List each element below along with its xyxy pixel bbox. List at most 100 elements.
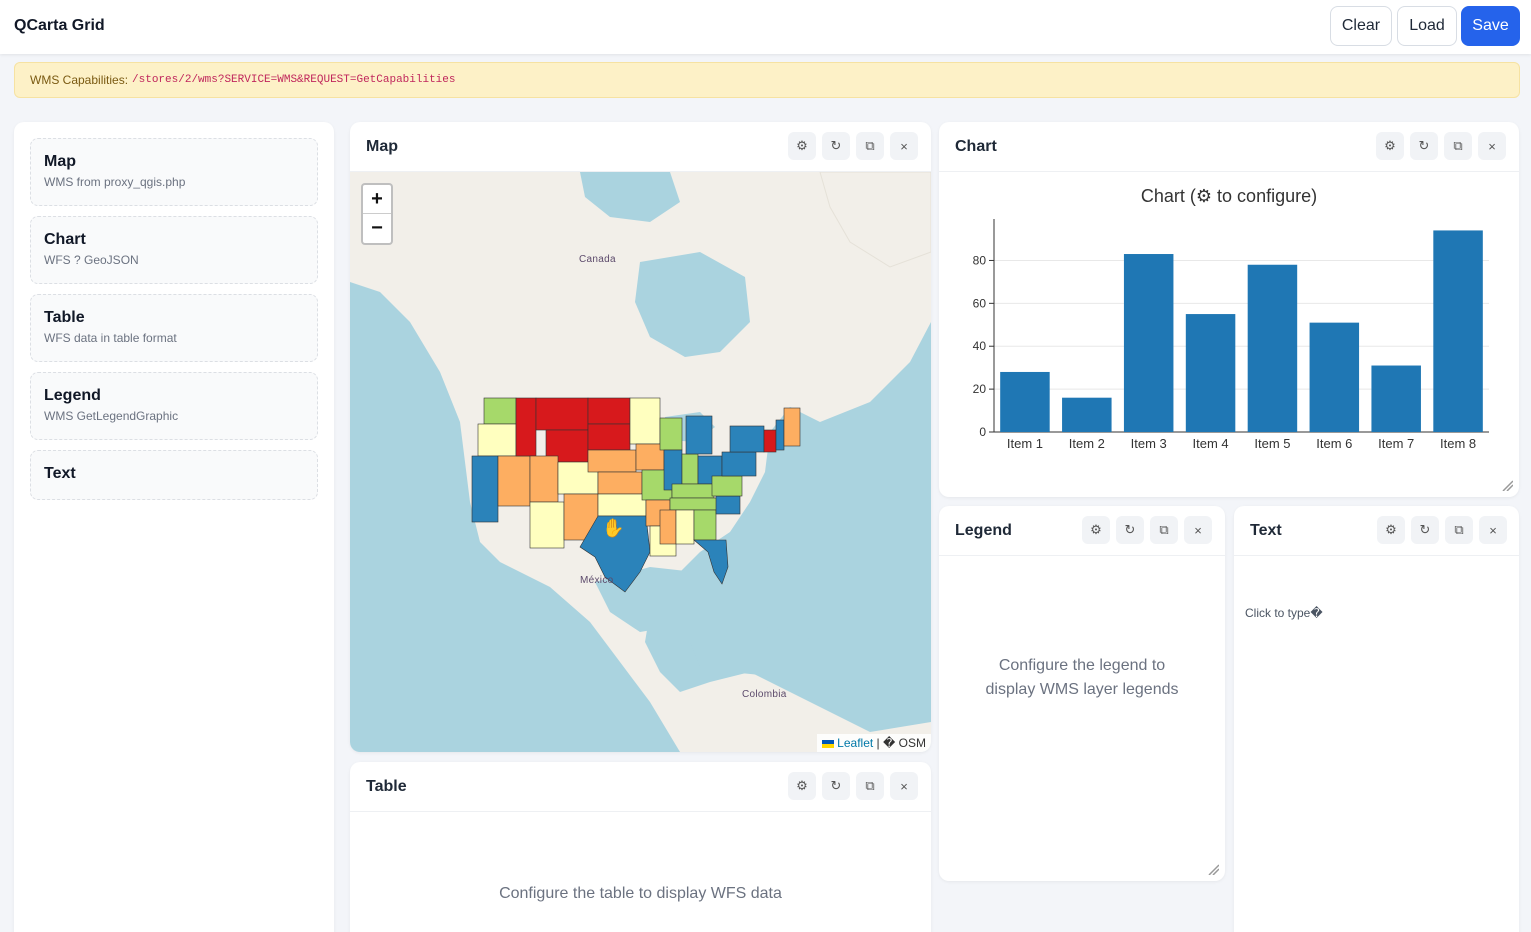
refresh-icon[interactable]: ↻	[822, 132, 850, 160]
chart-bar	[1247, 264, 1298, 432]
state-in	[681, 453, 699, 485]
state-ky	[671, 483, 715, 499]
osm-attribution: � OSM	[883, 736, 926, 750]
state-va	[711, 475, 743, 497]
map-canvas[interactable]: ✋ Canada México Colombia + − Leaflet | �…	[350, 172, 931, 752]
refresh-icon[interactable]: ↻	[1116, 516, 1144, 544]
panel-header: Table ⚙ ↻ ⧉ ×	[350, 762, 931, 812]
widget-item-title: Table	[44, 309, 85, 326]
state-tn	[669, 497, 721, 511]
resize-handle-icon[interactable]	[1207, 863, 1219, 875]
widget-palette: Map WMS from proxy_qgis.php Chart WFS ? …	[14, 122, 334, 932]
state-ms	[659, 509, 677, 545]
wms-capabilities-url[interactable]: /stores/2/wms?SERVICE=WMS&REQUEST=GetCap…	[132, 74, 455, 86]
map-label-colombia: Colombia	[742, 689, 787, 700]
settings-icon[interactable]: ⚙	[788, 132, 816, 160]
state-mt	[535, 397, 589, 431]
zoom-in-button[interactable]: +	[363, 185, 391, 214]
map-layer: ✋	[350, 172, 931, 752]
x-tick-label: Item 3	[1131, 436, 1167, 451]
close-icon[interactable]: ×	[890, 772, 918, 800]
close-icon[interactable]: ×	[890, 132, 918, 160]
clear-button[interactable]: Clear	[1330, 6, 1392, 46]
map-label-canada: Canada	[579, 254, 616, 265]
zoom-control: + −	[361, 183, 393, 245]
x-tick-label: Item 6	[1316, 436, 1352, 451]
leaflet-link[interactable]: Leaflet	[837, 736, 873, 750]
settings-icon[interactable]: ⚙	[788, 772, 816, 800]
y-tick-label: 40	[973, 339, 987, 353]
state-vt	[763, 429, 777, 453]
widget-item-table[interactable]: Table WFS data in table format	[30, 294, 318, 362]
state-nh	[775, 419, 785, 451]
state-ca	[471, 455, 499, 523]
close-icon[interactable]: ×	[1184, 516, 1212, 544]
state-mi	[685, 415, 713, 455]
refresh-icon[interactable]: ↻	[1411, 516, 1439, 544]
widget-item-title: Map	[44, 153, 76, 170]
state-al	[675, 509, 695, 545]
widget-item-desc: WFS data in table format	[44, 331, 177, 345]
widget-item-title: Legend	[44, 387, 101, 404]
state-id	[515, 397, 537, 457]
widget-item-map[interactable]: Map WMS from proxy_qgis.php	[30, 138, 318, 206]
panel-title: Legend	[955, 522, 1012, 539]
chart-bar	[1123, 254, 1174, 432]
panel-title: Map	[366, 138, 398, 155]
state-ny	[729, 425, 765, 453]
duplicate-icon[interactable]: ⧉	[1444, 132, 1472, 160]
state-az	[529, 501, 565, 549]
save-button[interactable]: Save	[1461, 6, 1520, 46]
widget-item-desc: WMS from proxy_qgis.php	[44, 175, 186, 189]
state-ne	[587, 449, 637, 473]
settings-icon[interactable]: ⚙	[1377, 516, 1405, 544]
x-tick-label: Item 7	[1378, 436, 1414, 451]
text-panel: Text ⚙ ↻ ⧉ × Click to type�	[1234, 506, 1519, 932]
x-tick-label: Item 2	[1069, 436, 1105, 451]
legend-placeholder: Configure the legend to display WMS laye…	[985, 657, 1179, 698]
widget-item-desc: WMS GetLegendGraphic	[44, 409, 179, 423]
settings-icon[interactable]: ⚙	[1376, 132, 1404, 160]
x-tick-label: Item 4	[1193, 436, 1229, 451]
notice-label: WMS Capabilities:	[30, 73, 129, 87]
legend-panel: Legend ⚙ ↻ ⧉ × Configure the legend to d…	[939, 506, 1225, 881]
widget-item-title: Text	[44, 465, 76, 482]
close-icon[interactable]: ×	[1479, 516, 1507, 544]
refresh-icon[interactable]: ↻	[1410, 132, 1438, 160]
close-icon[interactable]: ×	[1478, 132, 1506, 160]
text-editor-placeholder[interactable]: Click to type�	[1245, 606, 1323, 620]
table-placeholder: Configure the table to display WFS data	[499, 885, 782, 902]
panel-header: Map ⚙ ↻ ⧉ ×	[350, 122, 931, 172]
widget-item-chart[interactable]: Chart WFS ? GeoJSON	[30, 216, 318, 284]
duplicate-icon[interactable]: ⧉	[856, 772, 884, 800]
hand-cursor-icon: ✋	[602, 517, 624, 538]
map-label-mexico: México	[580, 575, 614, 586]
state-ks	[597, 471, 643, 495]
chart-bar	[1000, 371, 1050, 432]
zoom-out-button[interactable]: −	[363, 214, 391, 243]
resize-handle-icon[interactable]	[1501, 479, 1513, 491]
panel-title: Chart	[955, 138, 997, 155]
y-tick-label: 60	[973, 296, 987, 310]
state-nv	[497, 455, 531, 507]
app-title: QCarta Grid	[14, 17, 105, 34]
load-button[interactable]: Load	[1397, 6, 1457, 46]
widget-item-legend[interactable]: Legend WMS GetLegendGraphic	[30, 372, 318, 440]
duplicate-icon[interactable]: ⧉	[1150, 516, 1178, 544]
ukraine-flag-icon	[821, 739, 834, 748]
wms-capabilities-notice: WMS Capabilities: /stores/2/wms?SERVICE=…	[14, 62, 1520, 98]
refresh-icon[interactable]: ↻	[822, 772, 850, 800]
top-bar: QCarta Grid Clear Load Save	[0, 0, 1531, 54]
chart-title: Chart (⚙ to configure)	[1141, 186, 1317, 206]
chart-bar	[1371, 365, 1421, 432]
duplicate-icon[interactable]: ⧉	[1445, 516, 1473, 544]
panel-title: Text	[1250, 522, 1282, 539]
duplicate-icon[interactable]: ⧉	[856, 132, 884, 160]
caribbean	[690, 627, 830, 677]
state-nd	[587, 397, 631, 425]
widget-item-text[interactable]: Text	[30, 450, 318, 500]
panel-header: Legend ⚙ ↻ ⧉ ×	[939, 506, 1225, 556]
settings-icon[interactable]: ⚙	[1082, 516, 1110, 544]
chart-bar	[1433, 230, 1483, 432]
state-mn	[629, 397, 661, 445]
